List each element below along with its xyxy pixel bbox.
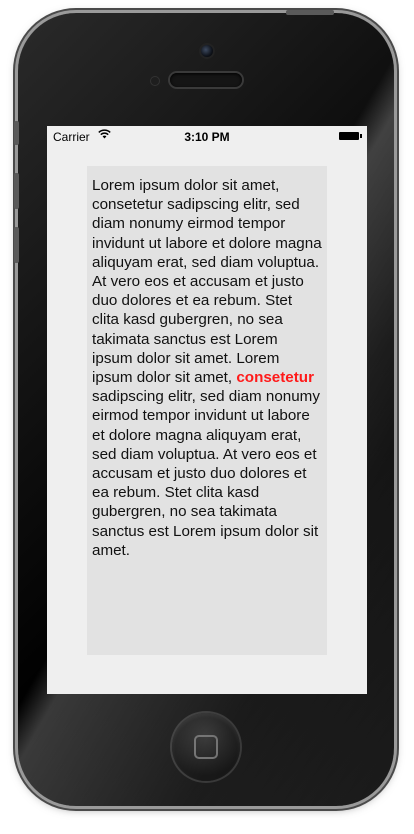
status-time: 3:10 PM (184, 130, 230, 144)
text-after: sadipscing elitr, sed diam nonumy eirmod… (92, 388, 320, 559)
home-button[interactable] (172, 713, 240, 781)
battery-icon (339, 132, 359, 140)
mute-switch[interactable] (14, 121, 19, 145)
home-square-icon (194, 735, 218, 759)
lorem-paragraph: Lorem ipsum dolor sit amet, consetetur s… (92, 176, 322, 560)
status-bar: Carrier 3:10 PM (47, 126, 367, 146)
volume-up-button[interactable] (14, 173, 19, 209)
volume-down-button[interactable] (14, 227, 19, 263)
highlighted-word: consetetur (236, 369, 314, 387)
proximity-sensor (151, 77, 159, 85)
device-screen: Carrier 3:10 PM Lorem ipsum dolor sit am… (47, 126, 367, 694)
power-button[interactable] (286, 10, 334, 15)
text-view[interactable]: Lorem ipsum dolor sit amet, consetetur s… (87, 166, 327, 655)
earpiece-speaker (170, 73, 242, 87)
front-camera-icon (201, 45, 213, 57)
text-before: Lorem ipsum dolor sit amet, consetetur s… (92, 177, 322, 387)
battery-tip (360, 134, 362, 138)
